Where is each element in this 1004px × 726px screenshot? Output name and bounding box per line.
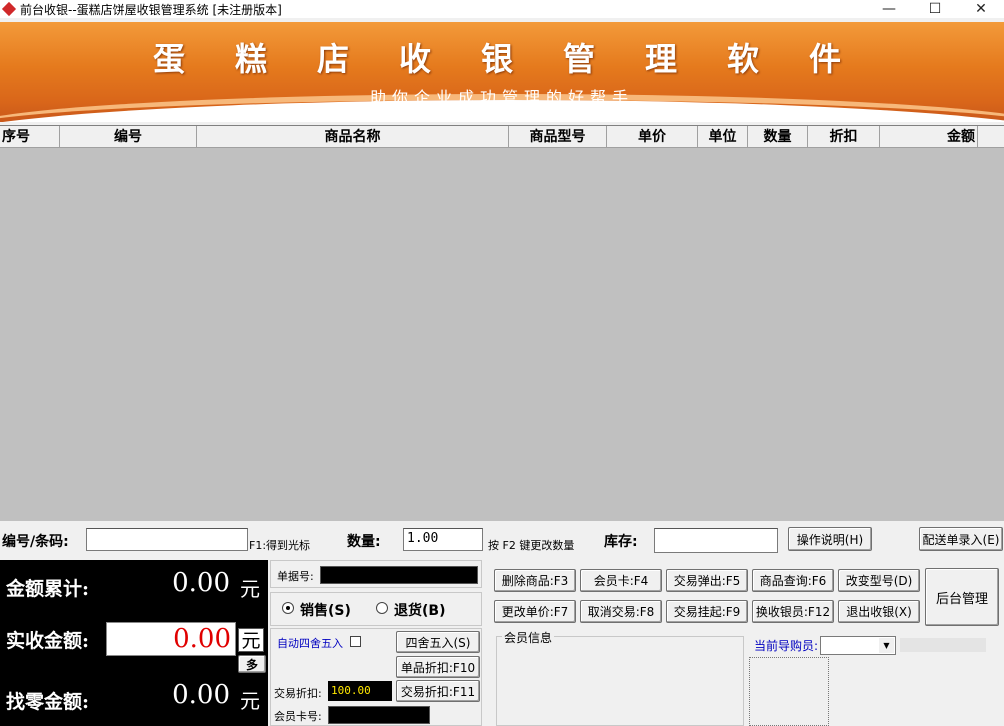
photo-frame <box>749 657 829 726</box>
admin-button[interactable]: 后台管理 <box>925 568 999 626</box>
trade-discount-button[interactable]: 交易折扣:F11 <box>396 680 480 702</box>
cash-drawer-button[interactable]: 交易弹出:F5 <box>666 569 748 592</box>
receipt-number-field <box>320 566 478 584</box>
round-button[interactable]: 四舍五入(S) <box>396 631 480 653</box>
column-header-code[interactable]: 编号 <box>60 126 197 147</box>
guide-extra-field <box>900 638 986 652</box>
maximize-button[interactable]: ☐ <box>912 0 958 18</box>
minimize-button[interactable]: — <box>866 0 912 18</box>
member-card-button[interactable]: 会员卡:F4 <box>580 569 662 592</box>
stock-field <box>654 528 778 553</box>
grid-header: 序号 编号 商品名称 商品型号 单价 单位 数量 折扣 金额 <box>0 126 1004 148</box>
transaction-panel: 单据号: 销售(S) 退货(B) 自动四舍五入 四舍五入(S) 单品折扣:F10… <box>270 560 486 726</box>
column-header-qty[interactable]: 数量 <box>748 126 808 147</box>
product-search-button[interactable]: 商品查询:F6 <box>752 569 834 592</box>
return-label[interactable]: 退货(B) <box>394 600 445 620</box>
qty-input[interactable]: 1.00 <box>403 528 483 551</box>
trade-discount-label: 交易折扣: <box>274 687 322 700</box>
qty-label: 数量: <box>347 534 381 550</box>
totals-panel: 金额累计: 0.00 元 实收金额: 0.00 元 多 找零金额: 0.00 元 <box>0 560 268 726</box>
banner-title: 蛋糕店收银管理软件 <box>152 40 891 78</box>
dropdown-arrow-icon: ▼ <box>879 638 894 653</box>
action-area: 删除商品:F3 会员卡:F4 交易弹出:F5 商品查询:F6 改变型号(D) 更… <box>492 566 1004 726</box>
window-controls: — ☐ ✕ <box>866 0 1004 18</box>
sale-radio[interactable] <box>282 602 294 614</box>
column-header-price[interactable]: 单价 <box>607 126 698 147</box>
close-button[interactable]: ✕ <box>958 0 1004 18</box>
column-header-name[interactable]: 商品名称 <box>197 126 509 147</box>
column-header-discount[interactable]: 折扣 <box>808 126 880 147</box>
code-label: 编号/条码: <box>2 534 69 550</box>
auto-round-checkbox[interactable] <box>350 636 361 647</box>
paid-input[interactable]: 0.00 <box>106 622 236 656</box>
item-grid[interactable]: 序号 编号 商品名称 商品型号 单价 单位 数量 折扣 金额 <box>0 125 1004 521</box>
member-card-label: 会员卡号: <box>274 710 322 723</box>
paid-label: 实收金额: <box>6 630 90 652</box>
sale-radio-dot-icon <box>286 606 290 610</box>
hold-transaction-button[interactable]: 交易挂起:F9 <box>666 600 748 623</box>
change-price-button[interactable]: 更改单价:F7 <box>494 600 576 623</box>
change-value: 0.00 <box>172 680 230 710</box>
change-label: 找零金额: <box>6 691 90 713</box>
sum-label: 金额累计: <box>6 578 90 600</box>
header-banner: 蛋糕店收银管理软件 助你企业成功管理的好帮手 <box>0 22 1004 122</box>
return-radio[interactable] <box>376 602 388 614</box>
change-model-button[interactable]: 改变型号(D) <box>838 569 920 592</box>
auto-round-label: 自动四舍五入 <box>277 637 343 650</box>
change-yuan: 元 <box>240 689 260 713</box>
column-header-amount[interactable]: 金额 <box>880 126 978 147</box>
banner-subtitle: 助你企业成功管理的好帮手 <box>369 88 634 107</box>
member-info-label: 会员信息 <box>502 629 555 646</box>
f1-hint: F1:得到光标 <box>249 539 311 552</box>
cancel-transaction-button[interactable]: 取消交易:F8 <box>580 600 662 623</box>
sale-label[interactable]: 销售(S) <box>300 600 351 620</box>
title-bar: 前台收银--蛋糕店饼屋收银管理系统 [未注册版本] — ☐ ✕ <box>0 0 1004 18</box>
column-header-index[interactable]: 序号 <box>0 126 60 147</box>
delivery-entry-button[interactable]: 配送单录入(E) <box>919 527 1003 551</box>
app-icon <box>2 2 16 16</box>
delete-item-button[interactable]: 删除商品:F3 <box>494 569 576 592</box>
guide-select[interactable]: ▼ <box>820 636 896 655</box>
guide-label: 当前导购员: <box>754 639 819 653</box>
code-input[interactable] <box>86 528 248 551</box>
f2-hint: 按 F2 键更改数量 <box>488 539 575 552</box>
scan-row: 编号/条码: F1:得到光标 数量: 1.00 按 F2 键更改数量 库存: 操… <box>0 524 1004 558</box>
switch-cashier-button[interactable]: 换收银员:F12 <box>752 600 834 623</box>
trade-discount-input[interactable]: 100.00 <box>328 681 392 701</box>
paid-yuan: 元 <box>238 628 264 652</box>
stock-label: 库存: <box>604 534 638 550</box>
receipt-label: 单据号: <box>277 570 314 583</box>
sum-value: 0.00 <box>172 568 230 598</box>
window-title: 前台收银--蛋糕店饼屋收银管理系统 [未注册版本] <box>20 2 282 17</box>
exit-cashier-button[interactable]: 退出收银(X) <box>838 600 920 623</box>
item-discount-button[interactable]: 单品折扣:F10 <box>396 656 480 678</box>
member-info-group <box>496 636 744 726</box>
paid-value: 0.00 <box>173 624 231 654</box>
more-button[interactable]: 多 <box>238 655 266 673</box>
column-header-unit[interactable]: 单位 <box>698 126 748 147</box>
help-button[interactable]: 操作说明(H) <box>788 527 872 551</box>
sum-yuan: 元 <box>240 577 260 601</box>
column-header-model[interactable]: 商品型号 <box>509 126 607 147</box>
member-card-input[interactable] <box>328 706 430 724</box>
